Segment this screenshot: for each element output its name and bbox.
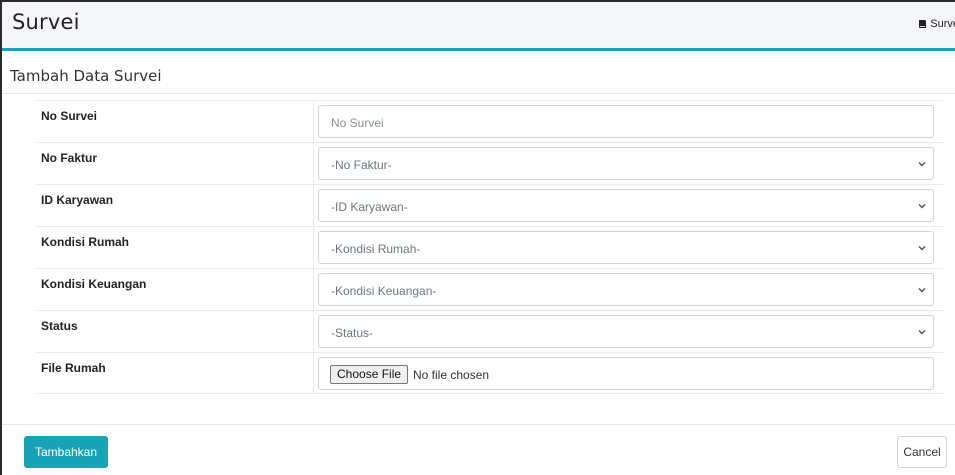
column-divider: [313, 185, 314, 226]
form-row-file-rumah: File Rumah Choose File No file chosen: [35, 352, 943, 394]
column-divider: [313, 311, 314, 352]
kondisi-keuangan-selected: -Kondisi Keuangan-: [331, 284, 437, 298]
column-divider: [313, 353, 314, 393]
chevron-down-icon: [918, 287, 926, 293]
file-rumah-label: File Rumah: [41, 361, 106, 375]
page-header: Survei Surve: [2, 2, 955, 48]
chevron-down-icon: [918, 329, 926, 335]
breadcrumb[interactable]: Surve: [918, 18, 955, 30]
no-faktur-label: No Faktur: [41, 151, 98, 165]
card-title: Tambah Data Survei: [10, 67, 162, 85]
column-divider: [313, 101, 314, 142]
kondisi-keuangan-select[interactable]: -Kondisi Keuangan-: [318, 273, 934, 306]
kondisi-keuangan-label: Kondisi Keuangan: [41, 277, 147, 291]
column-divider: [313, 269, 314, 310]
status-selected: -Status-: [331, 326, 374, 340]
chevron-down-icon: [918, 203, 926, 209]
file-status-text: No file chosen: [413, 368, 490, 382]
id-karyawan-label: ID Karyawan: [41, 193, 114, 207]
kondisi-rumah-selected: -Kondisi Rumah-: [331, 242, 421, 256]
id-karyawan-select[interactable]: -ID Karyawan-: [318, 189, 934, 222]
breadcrumb-label[interactable]: Surve: [930, 18, 955, 30]
tambahkan-button[interactable]: Tambahkan: [24, 436, 108, 468]
id-karyawan-selected: -ID Karyawan-: [331, 200, 408, 214]
no-survei-input[interactable]: No Survei: [318, 105, 934, 138]
file-rumah-input: Choose File No file chosen: [318, 357, 934, 390]
cancel-button[interactable]: Cancel: [897, 436, 947, 468]
form-row-kondisi-keuangan: Kondisi Keuangan -Kondisi Keuangan-: [35, 268, 943, 310]
card-header: Tambah Data Survei: [2, 54, 955, 94]
no-survei-placeholder: No Survei: [331, 116, 384, 130]
no-faktur-selected: -No Faktur-: [331, 158, 392, 172]
form-row-no-survei: No Survei No Survei: [35, 100, 943, 142]
column-divider: [313, 227, 314, 268]
form-row-no-faktur: No Faktur -No Faktur-: [35, 142, 943, 184]
form-row-status: Status -Status-: [35, 310, 943, 352]
page-title: Survei: [12, 10, 80, 34]
book-icon: [919, 20, 927, 28]
chevron-down-icon: [918, 245, 926, 251]
kondisi-rumah-select[interactable]: -Kondisi Rumah-: [318, 231, 934, 264]
status-label: Status: [41, 319, 78, 333]
kondisi-rumah-label: Kondisi Rumah: [41, 235, 130, 249]
status-select[interactable]: -Status-: [318, 315, 934, 348]
choose-file-button[interactable]: Choose File: [330, 365, 409, 384]
no-survei-label: No Survei: [41, 109, 98, 123]
form-row-kondisi-rumah: Kondisi Rumah -Kondisi Rumah-: [35, 226, 943, 268]
column-divider: [313, 143, 314, 184]
no-faktur-select[interactable]: -No Faktur-: [318, 147, 934, 180]
card-footer-divider: [2, 424, 955, 425]
chevron-down-icon: [918, 161, 926, 167]
form-row-id-karyawan: ID Karyawan -ID Karyawan-: [35, 184, 943, 226]
